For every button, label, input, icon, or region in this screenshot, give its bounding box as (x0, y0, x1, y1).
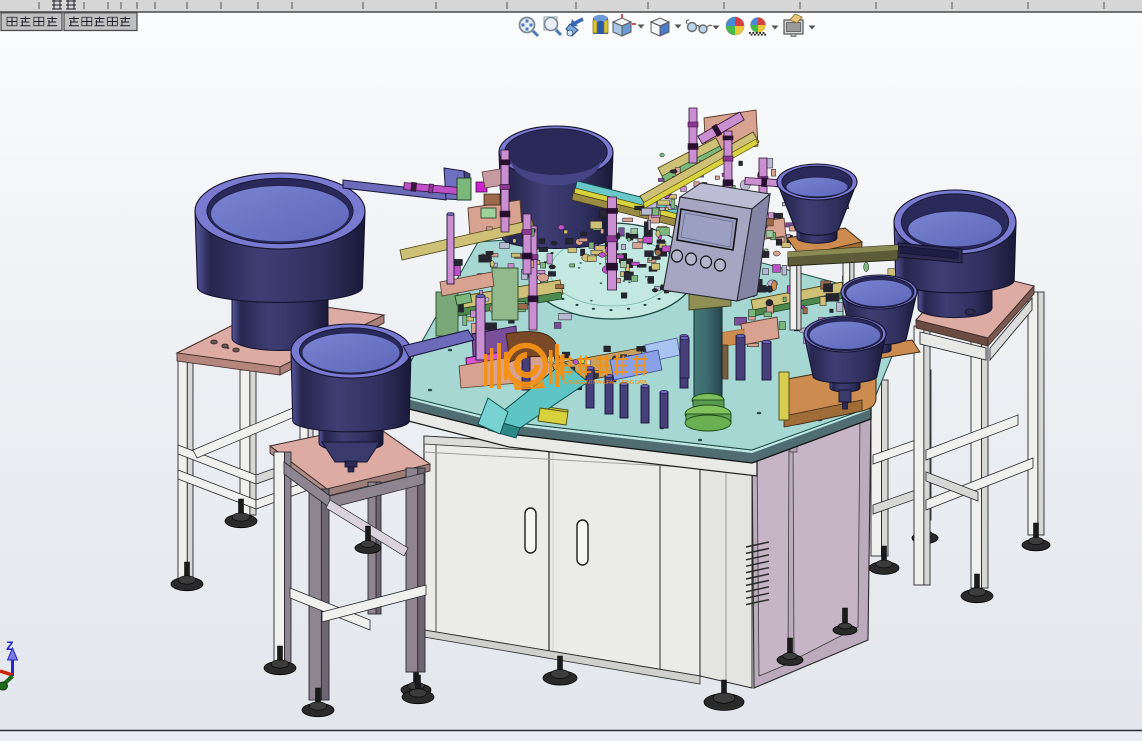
svg-text:INTELLIGENT MANUFACTURING DATA: INTELLIGENT MANUFACTURING DATA (563, 380, 647, 386)
